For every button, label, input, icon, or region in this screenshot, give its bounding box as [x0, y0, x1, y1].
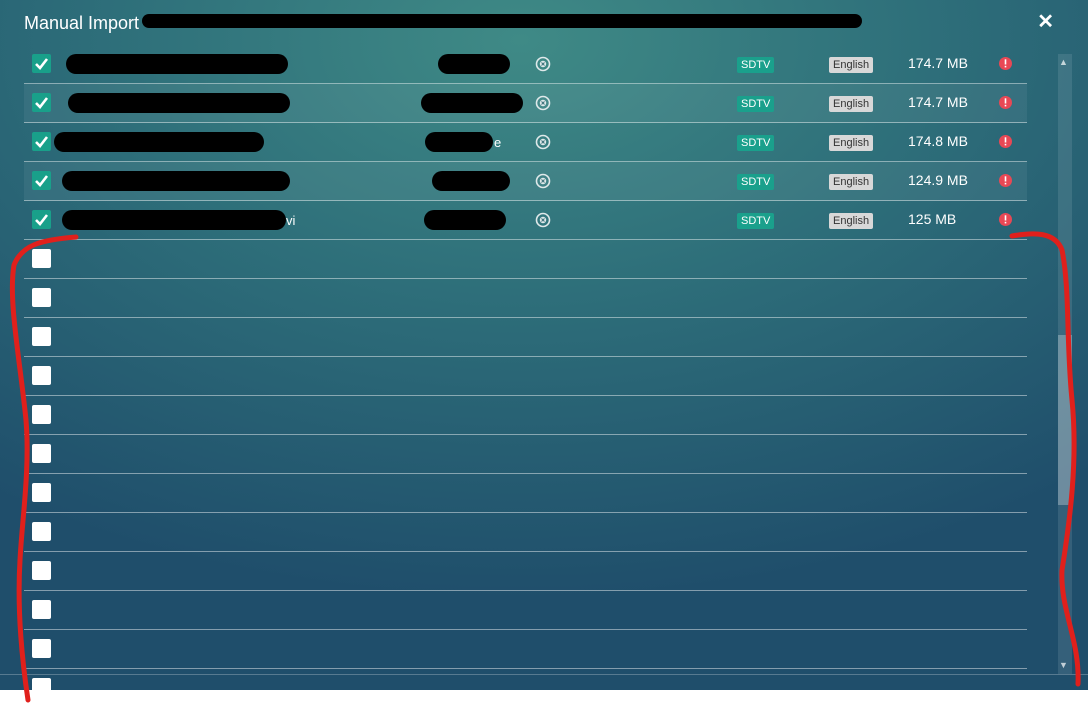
red-annotation	[9, 231, 1081, 703]
annotation-right-stroke	[1009, 231, 1081, 687]
annotation-left-stroke	[9, 234, 79, 703]
